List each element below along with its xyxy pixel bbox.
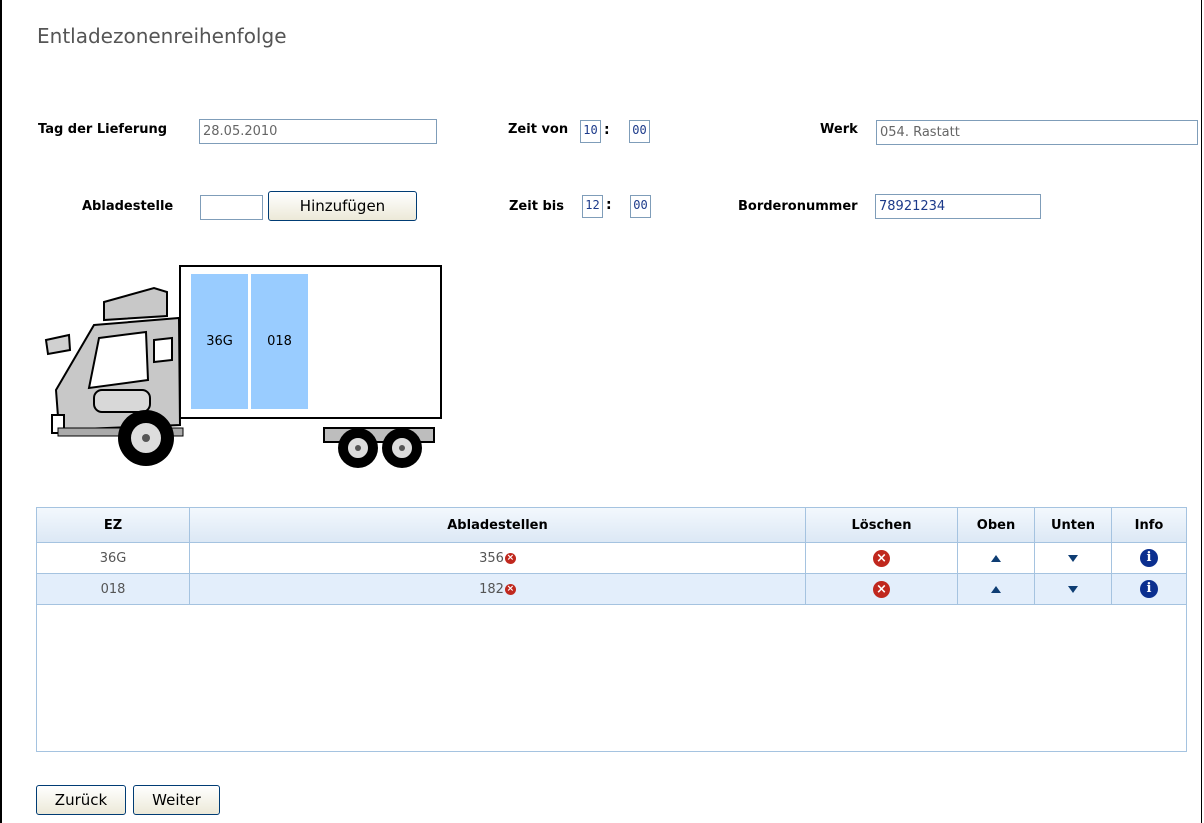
delete-icon[interactable]: ×	[873, 549, 890, 567]
delete-icon[interactable]: ×	[873, 580, 890, 598]
cell-info: i	[1111, 542, 1186, 574]
add-button[interactable]: Hinzufügen	[268, 191, 417, 221]
back-button[interactable]: Zurück	[36, 785, 126, 815]
column-header-oben[interactable]: Oben	[957, 508, 1035, 543]
arrow-up-icon[interactable]	[991, 554, 1001, 562]
next-button[interactable]: Weiter	[133, 785, 220, 815]
delivery-date-field[interactable]: 28.05.2010	[199, 119, 437, 144]
time-to-minute-field[interactable]: 00	[630, 195, 651, 218]
cell-abladestellen: 356 ×	[189, 542, 806, 574]
plant-field[interactable]: 054. Rastatt	[876, 120, 1198, 145]
arrow-down-icon[interactable]	[1068, 585, 1078, 593]
unloading-point-label: Abladestelle	[82, 199, 174, 214]
time-to-colon: :	[606, 197, 612, 213]
abladestelle-value: 182	[479, 581, 504, 597]
delete-small-icon[interactable]: ×	[504, 552, 516, 564]
page-title: Entladezonenreihenfolge	[37, 24, 287, 48]
column-header-unten[interactable]: Unten	[1034, 508, 1112, 543]
table-row[interactable]: 36G 356 × × i	[37, 542, 1186, 574]
cell-down	[1034, 542, 1112, 574]
time-to-hour-field[interactable]: 12	[582, 195, 603, 218]
time-from-label: Zeit von	[508, 122, 569, 137]
time-from-hour-field[interactable]: 10	[580, 120, 601, 143]
cell-delete: ×	[805, 573, 958, 605]
table-header-row: EZ Abladestellen Löschen Oben Unten Info	[37, 508, 1186, 543]
unloading-point-field[interactable]	[200, 195, 263, 220]
time-from-minute-field[interactable]: 00	[629, 120, 650, 143]
arrow-up-icon[interactable]	[991, 585, 1001, 593]
column-header-info[interactable]: Info	[1111, 508, 1186, 543]
cargo-zone[interactable]: 018	[251, 274, 308, 409]
cell-up	[957, 542, 1035, 574]
time-to-label: Zeit bis	[509, 199, 564, 214]
column-header-abladestellen[interactable]: Abladestellen	[189, 508, 806, 543]
cell-ez: 36G	[37, 542, 190, 574]
cell-down	[1034, 573, 1112, 605]
delete-small-icon[interactable]: ×	[504, 583, 516, 595]
cell-info: i	[1111, 573, 1186, 605]
column-header-loeschen[interactable]: Löschen	[805, 508, 958, 543]
cell-ez: 018	[37, 573, 190, 605]
time-from-colon: :	[604, 122, 610, 138]
info-icon[interactable]: i	[1140, 580, 1158, 598]
plant-label: Werk	[820, 122, 858, 137]
column-header-ez[interactable]: EZ	[37, 508, 190, 543]
bordero-number-label: Borderonummer	[738, 199, 858, 214]
unloading-zones-table: EZ Abladestellen Löschen Oben Unten Info…	[36, 507, 1187, 752]
arrow-down-icon[interactable]	[1068, 554, 1078, 562]
cell-up	[957, 573, 1035, 605]
abladestelle-value: 356	[479, 550, 504, 566]
cell-delete: ×	[805, 542, 958, 574]
bordero-number-field[interactable]: 78921234	[875, 194, 1041, 219]
info-icon[interactable]: i	[1140, 549, 1158, 567]
cargo-area: 36G 018	[179, 265, 442, 419]
table-row[interactable]: 018 182 × × i	[37, 573, 1186, 605]
delivery-date-label: Tag der Lieferung	[38, 122, 168, 137]
cargo-zone[interactable]: 36G	[191, 274, 248, 409]
cell-abladestellen: 182 ×	[189, 573, 806, 605]
